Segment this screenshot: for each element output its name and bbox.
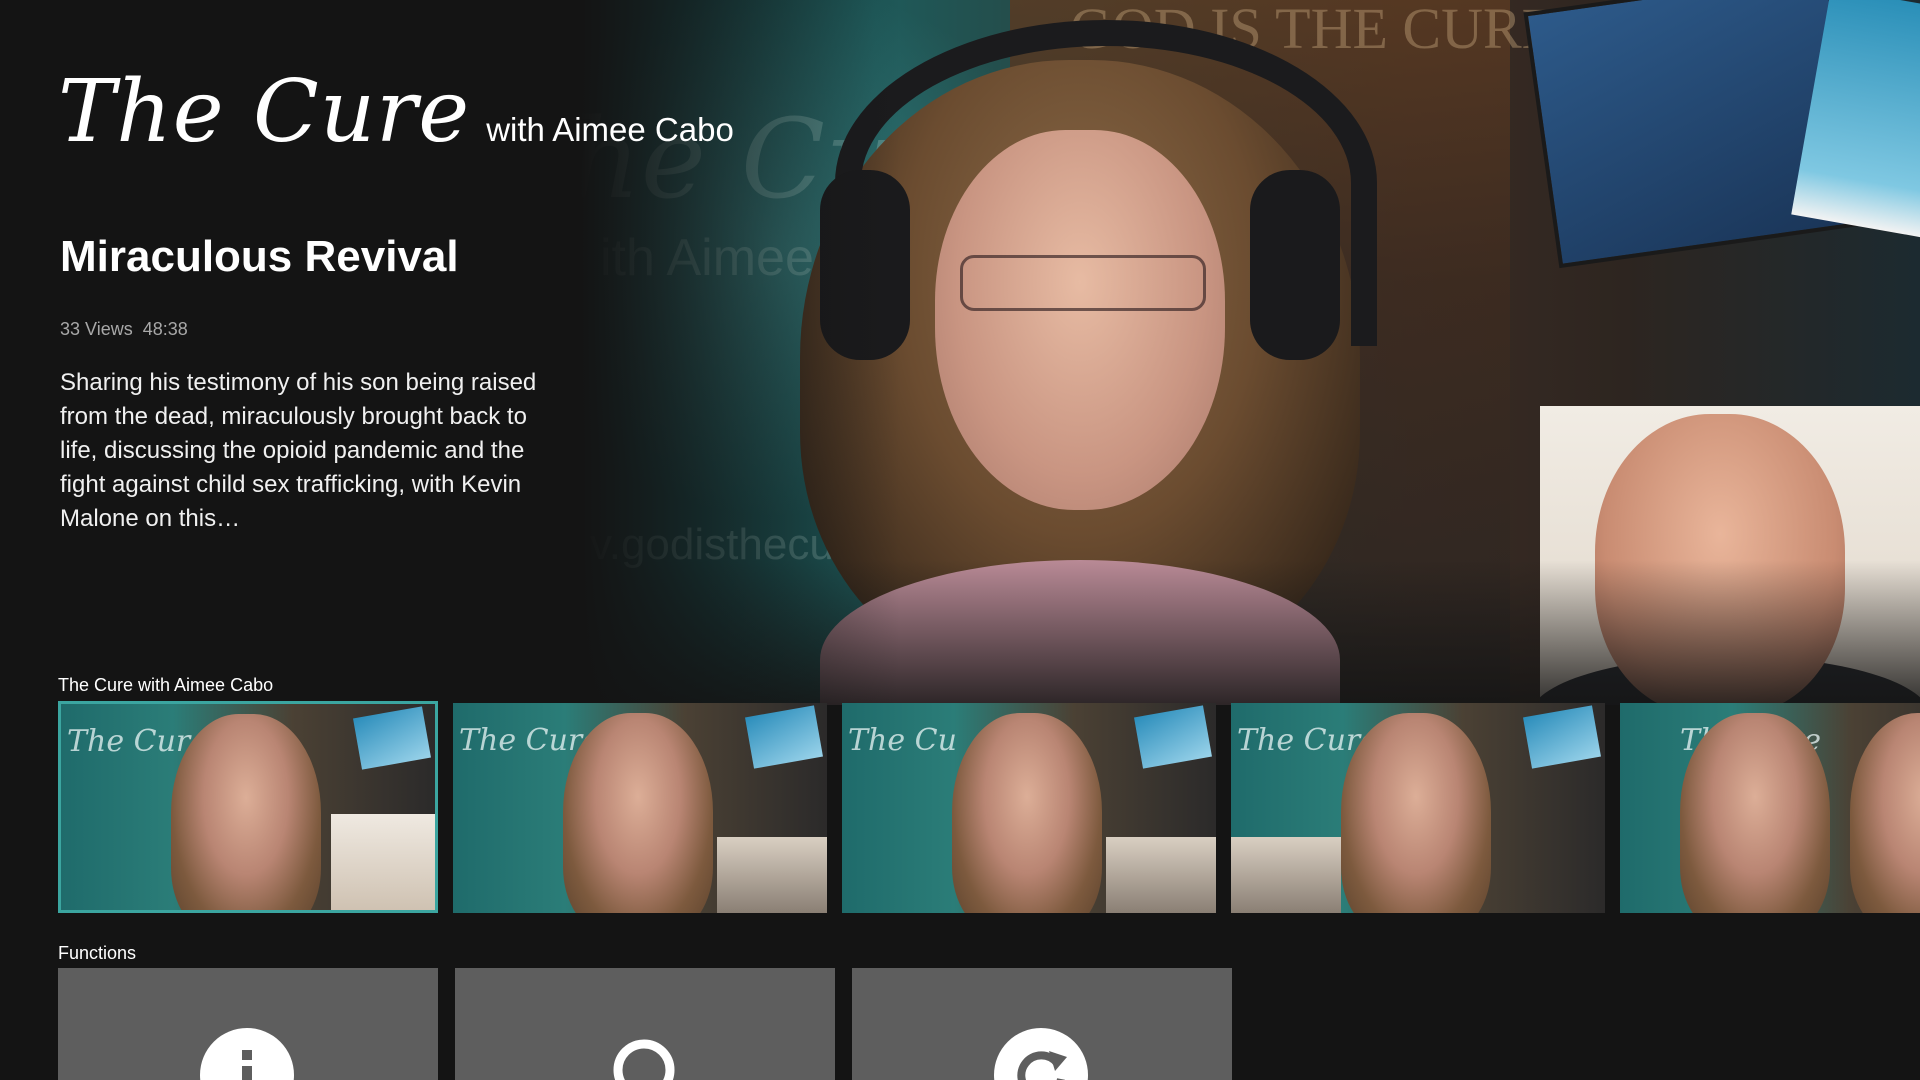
episode-card-host xyxy=(1850,713,1920,913)
episode-card-sign xyxy=(353,706,431,770)
show-logo: The Cure with Aimee Cabo xyxy=(58,62,734,162)
episode-card-guest-inset xyxy=(717,837,827,913)
episode-card-girl xyxy=(1680,713,1830,913)
info-button[interactable] xyxy=(58,968,438,1080)
episode-card-sign xyxy=(1134,705,1212,769)
episode-card-host xyxy=(563,713,713,913)
episode-title: Miraculous Revival xyxy=(60,232,459,281)
guest-video-inset xyxy=(1540,406,1920,705)
info-icon xyxy=(200,1028,294,1080)
tv-app-screen: GOD IS THE CURE he Cure ith Aimee Cabo v… xyxy=(0,0,1920,1080)
episode-card-host xyxy=(1341,713,1491,913)
headphones-cup-right xyxy=(1250,170,1340,360)
host-figure xyxy=(760,20,1400,705)
episode-card-1[interactable]: The Cur xyxy=(58,701,438,913)
view-count: 33 Views xyxy=(60,319,133,339)
episode-card-2[interactable]: The Cure xyxy=(453,703,827,913)
episode-duration: 48:38 xyxy=(142,319,188,339)
episode-card-3[interactable]: The Cu xyxy=(842,703,1216,913)
refresh-button[interactable] xyxy=(852,968,1232,1080)
guest-face xyxy=(1595,414,1845,705)
hero-artwork: GOD IS THE CURE he Cure ith Aimee Cabo v… xyxy=(580,0,1920,705)
episode-card-host xyxy=(952,713,1102,913)
episode-card-5[interactable]: The Cure xyxy=(1620,703,1920,913)
episode-meta: 33 Views 48:38 xyxy=(60,319,188,340)
show-logo-subtitle: with Aimee Cabo xyxy=(486,111,734,148)
search-button[interactable] xyxy=(455,968,835,1080)
episode-card-guest-inset xyxy=(331,814,435,910)
functions-row-label: Functions xyxy=(58,943,137,963)
episode-card-host xyxy=(171,714,321,910)
headphones-cup-left xyxy=(820,170,910,360)
search-icon xyxy=(597,1028,691,1080)
episode-card-guest-inset xyxy=(1231,837,1341,913)
episode-card-guest-inset xyxy=(1106,837,1216,913)
show-logo-title: The Cure xyxy=(58,62,471,162)
episode-card-sign xyxy=(745,705,823,769)
episodes-row: The Cur The Cure The Cu The Cure The Cur… xyxy=(58,701,1920,913)
functions-row xyxy=(58,968,1232,1080)
episode-card-art-text: The Cur xyxy=(67,724,191,759)
episode-description: Sharing his testimony of his son being r… xyxy=(60,369,537,532)
refresh-icon xyxy=(994,1028,1088,1080)
episode-card-4[interactable]: The Cure xyxy=(1231,703,1605,913)
episode-card-art-text: The Cu xyxy=(848,723,957,758)
episodes-row-label: The Cure with Aimee Cabo xyxy=(58,675,274,695)
episode-card-sign xyxy=(1523,705,1601,769)
